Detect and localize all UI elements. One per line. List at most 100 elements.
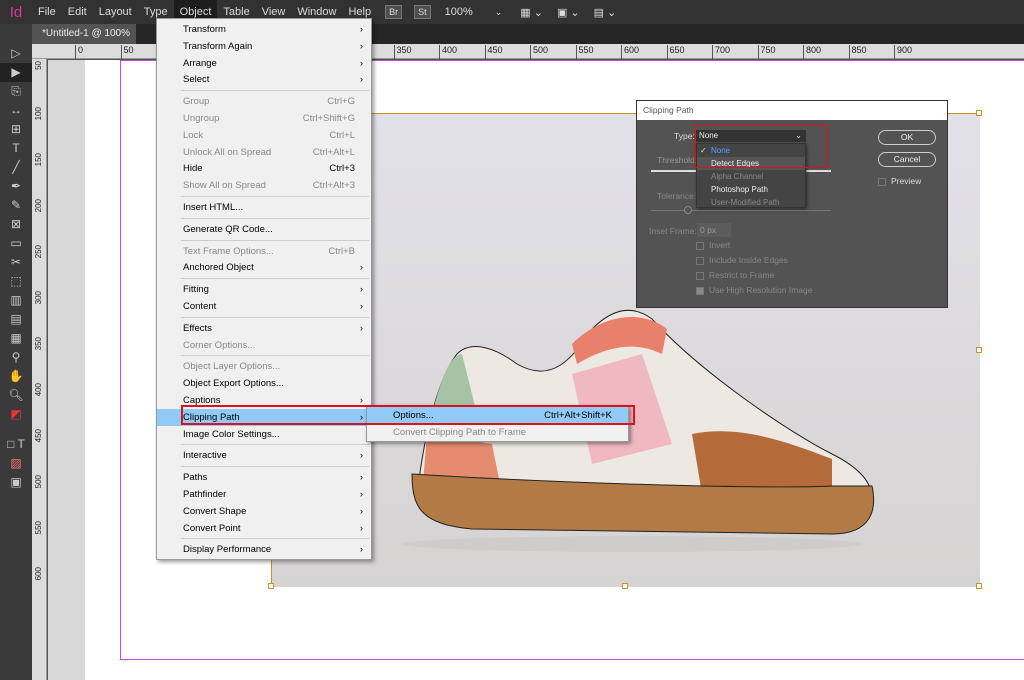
- menu-item-transform[interactable]: Transform ›: [157, 21, 371, 38]
- checkbox-icon: [696, 286, 704, 295]
- menu-item-interactive[interactable]: Interactive ›: [157, 447, 371, 464]
- type-option-alpha-channel[interactable]: Alpha Channel: [697, 170, 805, 183]
- menu-separator: [181, 355, 369, 357]
- ruler-label: 700: [712, 45, 730, 59]
- stock-button[interactable]: St: [414, 5, 431, 19]
- free-transform-tool-icon[interactable]: ⬚: [0, 272, 32, 291]
- view-options-icon[interactable]: ▦ ⌄: [520, 6, 543, 19]
- menu-layout[interactable]: Layout: [93, 0, 138, 24]
- menu-item-display-performance[interactable]: Display Performance ›: [157, 541, 371, 558]
- apply-none-icon[interactable]: ▨: [0, 454, 32, 473]
- submenu-arrow-icon: ›: [359, 522, 363, 534]
- submenu-arrow-icon: ›: [359, 505, 363, 517]
- gradient-feather-tool-icon[interactable]: ▤: [0, 310, 32, 329]
- bridge-button[interactable]: Br: [385, 5, 403, 19]
- menu-item-shortcut: Ctrl+3: [329, 163, 355, 175]
- menu-item-insert-html[interactable]: Insert HTML...: [157, 199, 371, 216]
- menu-item-anchored-object[interactable]: Anchored Object ›: [157, 259, 371, 276]
- option-label: Photoshop Path: [711, 185, 768, 194]
- checkbox-icon: [696, 241, 704, 250]
- frame-handle-br[interactable]: [976, 583, 982, 589]
- type-option-user-modified-path[interactable]: User-Modified Path: [697, 196, 805, 209]
- gradient-swatch-tool-icon[interactable]: ▥: [0, 291, 32, 310]
- rectangle-tool-icon[interactable]: ▭: [0, 234, 32, 253]
- tolerance-slider-thumb[interactable]: [684, 206, 692, 214]
- menu-item-shortcut: Ctrl+G: [327, 96, 355, 108]
- arrange-documents-icon[interactable]: ▤ ⌄: [594, 6, 617, 19]
- type-label: Type:: [674, 131, 695, 141]
- preview-checkbox[interactable]: Preview: [878, 176, 921, 186]
- type-tool-icon[interactable]: T: [0, 139, 32, 158]
- checkbox-label: Invert: [709, 240, 731, 250]
- menu-item-effects[interactable]: Effects ›: [157, 320, 371, 337]
- menu-item-label: Lock: [183, 129, 204, 141]
- menu-item-convert-clipping-path: Convert Clipping Path to Frame: [393, 427, 527, 438]
- gap-tool-icon[interactable]: ↔: [0, 101, 32, 120]
- ruler-label: 600: [621, 45, 639, 59]
- zoom-level[interactable]: 100%: [445, 6, 473, 18]
- submenu-arrow-icon: ›: [359, 472, 363, 484]
- direct-selection-tool-icon[interactable]: ▶: [0, 63, 32, 82]
- menu-item-convert-shape[interactable]: Convert Shape ›: [157, 503, 371, 520]
- tolerance-slider[interactable]: [651, 210, 831, 211]
- menu-item-label: Convert Shape: [183, 505, 247, 517]
- eyedropper-tool-icon[interactable]: ⚲: [0, 348, 32, 367]
- menu-item-transform-again[interactable]: Transform Again ›: [157, 38, 371, 55]
- screen-mode-icon[interactable]: ▣: [0, 473, 32, 492]
- note-tool-icon[interactable]: ▦: [0, 329, 32, 348]
- hand-tool-icon[interactable]: ✋: [0, 367, 32, 386]
- content-collector-icon[interactable]: ⊞: [0, 120, 32, 139]
- vertical-ruler[interactable]: 50 100 150 200 250 300 350 400 450 500 550 600: [32, 59, 47, 680]
- menu-item-label: Group: [183, 96, 210, 108]
- inset-frame-input[interactable]: 0 px: [697, 223, 731, 237]
- frame-handle-tr[interactable]: [976, 110, 982, 116]
- menu-item-image-color-settings[interactable]: Image Color Settings...: [157, 426, 371, 443]
- menu-item-label: Show All on Spread: [183, 180, 266, 192]
- document-tab[interactable]: *Untitled-1 @ 100% ×: [32, 24, 136, 59]
- ruler-label: 550: [575, 45, 594, 59]
- menu-item-content[interactable]: Content ›: [157, 298, 371, 315]
- menu-item-object-export-options[interactable]: Object Export Options...: [157, 375, 371, 392]
- menu-item-lock: Lock Ctrl+L: [157, 127, 371, 144]
- checkbox-label: Restrict to Frame: [709, 270, 775, 280]
- submenu-arrow-icon: ›: [359, 489, 363, 500]
- frame-handle-mr[interactable]: [976, 347, 982, 353]
- menu-item-convert-point[interactable]: Convert Point ›: [157, 520, 371, 537]
- frame-handle-bm[interactable]: [622, 583, 628, 589]
- menu-item-label: Image Color Settings...: [183, 428, 280, 440]
- screen-mode-icon[interactable]: ▣ ⌄: [557, 6, 580, 19]
- menu-item-fitting[interactable]: Fitting ›: [157, 281, 371, 298]
- cancel-button[interactable]: Cancel: [878, 152, 936, 167]
- submenu-arrow-icon: ›: [359, 450, 363, 462]
- zoom-tool-icon[interactable]: 🔍︎: [0, 386, 32, 405]
- formatting-affects-icon[interactable]: □ T: [0, 435, 32, 454]
- menu-separator: [181, 316, 369, 318]
- document-tab-title: *Untitled-1 @ 100%: [42, 28, 130, 39]
- menu-edit[interactable]: Edit: [62, 0, 93, 24]
- menu-item-hide[interactable]: Hide Ctrl+3: [157, 160, 371, 177]
- tools-panel: ▷ ▶ ⎘ ↔ ⊞ T ╱ ✒ ✎ ⊠ ▭ ✂ ⬚ ▥ ▤ ▦ ⚲ ✋ 🔍︎ ◩…: [0, 24, 32, 680]
- page-tool-icon[interactable]: ⎘: [0, 82, 32, 101]
- menu-file[interactable]: File: [32, 0, 62, 24]
- menu-item-label: Corner Options...: [183, 339, 256, 351]
- line-tool-icon[interactable]: ╱: [0, 158, 32, 177]
- frame-handle-bl[interactable]: [268, 583, 274, 589]
- menu-item-pathfinder[interactable]: Pathfinder ›: [157, 486, 371, 503]
- type-option-photoshop-path[interactable]: Photoshop Path: [697, 183, 805, 196]
- rectangle-frame-tool-icon[interactable]: ⊠: [0, 215, 32, 234]
- menu-item-arrange[interactable]: Arrange ›: [157, 55, 371, 72]
- pen-tool-icon[interactable]: ✒: [0, 177, 32, 196]
- ruler-label: 450: [484, 45, 503, 59]
- scissors-tool-icon[interactable]: ✂: [0, 253, 32, 272]
- chevron-down-icon[interactable]: ⌄: [495, 7, 503, 18]
- menu-item-select[interactable]: Select ›: [157, 71, 371, 88]
- selection-tool-icon[interactable]: ▷: [0, 44, 32, 63]
- menu-item-generate-qr-code[interactable]: Generate QR Code...: [157, 221, 371, 238]
- ok-button[interactable]: OK: [878, 130, 936, 145]
- menu-item-paths[interactable]: Paths ›: [157, 469, 371, 486]
- ruler-label: 600: [34, 567, 43, 581]
- fill-stroke-icon[interactable]: ◩: [0, 405, 32, 435]
- object-menu: Transform › Transform Again › Arrange › Select…: [156, 18, 372, 560]
- option-label: User-Modified Path: [711, 198, 780, 207]
- pencil-tool-icon[interactable]: ✎: [0, 196, 32, 215]
